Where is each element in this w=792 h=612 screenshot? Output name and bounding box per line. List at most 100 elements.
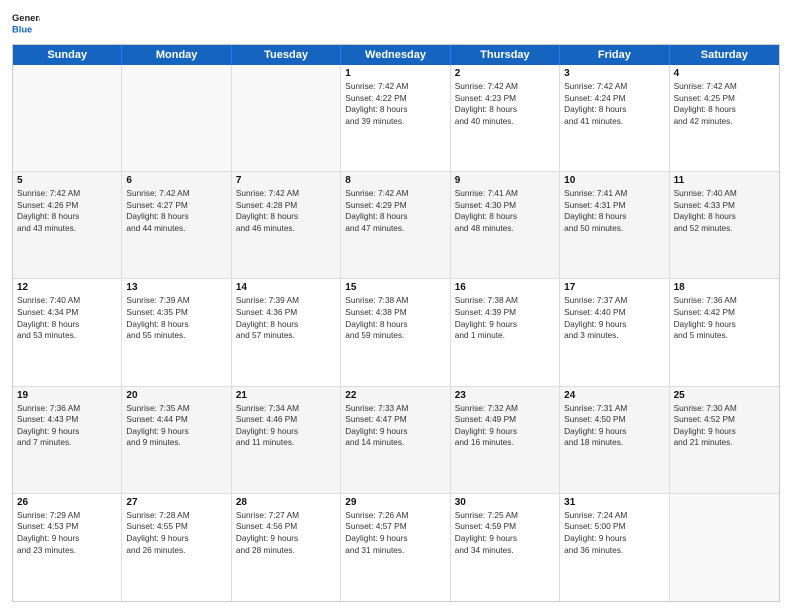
calendar-cell: 23Sunrise: 7:32 AMSunset: 4:49 PMDayligh… xyxy=(451,387,560,493)
day-number: 7 xyxy=(236,175,336,186)
calendar-cell: 17Sunrise: 7:37 AMSunset: 4:40 PMDayligh… xyxy=(560,279,669,385)
day-number: 26 xyxy=(17,497,117,508)
cell-line: Daylight: 8 hours xyxy=(17,211,117,223)
cell-line: and 7 minutes. xyxy=(17,437,117,449)
cell-line: Sunrise: 7:42 AM xyxy=(455,81,555,93)
calendar-cell: 12Sunrise: 7:40 AMSunset: 4:34 PMDayligh… xyxy=(13,279,122,385)
cell-line: Daylight: 9 hours xyxy=(455,533,555,545)
cell-line: Sunset: 4:36 PM xyxy=(236,307,336,319)
cell-line: and 1 minute. xyxy=(455,330,555,342)
calendar-cell: 2Sunrise: 7:42 AMSunset: 4:23 PMDaylight… xyxy=(451,65,560,171)
cell-line: and 46 minutes. xyxy=(236,223,336,235)
calendar-cell: 18Sunrise: 7:36 AMSunset: 4:42 PMDayligh… xyxy=(670,279,779,385)
logo: General Blue xyxy=(12,10,44,38)
day-number: 23 xyxy=(455,390,555,401)
cell-line: and 52 minutes. xyxy=(674,223,775,235)
cell-line: and 28 minutes. xyxy=(236,545,336,557)
day-number: 10 xyxy=(564,175,664,186)
cell-line: Daylight: 8 hours xyxy=(674,104,775,116)
cell-line: Sunrise: 7:24 AM xyxy=(564,510,664,522)
cell-line: Sunset: 4:44 PM xyxy=(126,414,226,426)
calendar-cell: 1Sunrise: 7:42 AMSunset: 4:22 PMDaylight… xyxy=(341,65,450,171)
cell-line: Sunrise: 7:38 AM xyxy=(345,295,445,307)
cell-line: Daylight: 9 hours xyxy=(126,533,226,545)
cell-line: Daylight: 8 hours xyxy=(345,319,445,331)
cell-line: Sunrise: 7:40 AM xyxy=(17,295,117,307)
day-number: 16 xyxy=(455,282,555,293)
day-number: 2 xyxy=(455,68,555,79)
cell-line: Sunrise: 7:25 AM xyxy=(455,510,555,522)
day-number: 20 xyxy=(126,390,226,401)
cell-line: Sunset: 4:55 PM xyxy=(126,521,226,533)
cell-line: Sunrise: 7:42 AM xyxy=(236,188,336,200)
cell-line: and 31 minutes. xyxy=(345,545,445,557)
cell-line: and 55 minutes. xyxy=(126,330,226,342)
cell-line: Sunrise: 7:42 AM xyxy=(17,188,117,200)
cell-line: Sunset: 4:43 PM xyxy=(17,414,117,426)
cell-line: Daylight: 9 hours xyxy=(236,426,336,438)
cell-line: Daylight: 8 hours xyxy=(564,104,664,116)
weekday-header: Friday xyxy=(560,45,669,65)
cell-line: Sunset: 5:00 PM xyxy=(564,521,664,533)
cell-line: Daylight: 8 hours xyxy=(345,104,445,116)
cell-line: Daylight: 9 hours xyxy=(126,426,226,438)
day-number: 31 xyxy=(564,497,664,508)
cell-line: and 48 minutes. xyxy=(455,223,555,235)
cell-line: Sunset: 4:27 PM xyxy=(126,200,226,212)
cell-line: Sunset: 4:38 PM xyxy=(345,307,445,319)
calendar-cell: 15 Sunrise: 7:38 AMSunset: 4:38 PMDayligh… xyxy=(341,279,450,385)
cell-line: and 3 minutes. xyxy=(564,330,664,342)
cell-line: Daylight: 9 hours xyxy=(455,319,555,331)
calendar-row: 26Sunrise: 7:29 AMSunset: 4:53 PMDayligh… xyxy=(13,494,779,601)
cell-line: Sunset: 4:42 PM xyxy=(674,307,775,319)
cell-line: Daylight: 8 hours xyxy=(564,211,664,223)
cell-line: and 41 minutes. xyxy=(564,116,664,128)
cell-line: and 5 minutes. xyxy=(674,330,775,342)
cell-line: Sunset: 4:47 PM xyxy=(345,414,445,426)
cell-line: Sunrise: 7:30 AM xyxy=(674,403,775,415)
cell-line: and 21 minutes. xyxy=(674,437,775,449)
cell-line: and 44 minutes. xyxy=(126,223,226,235)
calendar-cell: 20Sunrise: 7:35 AMSunset: 4:44 PMDayligh… xyxy=(122,387,231,493)
day-number: 12 xyxy=(17,282,117,293)
cell-line: and 23 minutes. xyxy=(17,545,117,557)
cell-line: Sunrise: 7:29 AM xyxy=(17,510,117,522)
day-number: 17 xyxy=(564,282,664,293)
day-number: 11 xyxy=(674,175,775,186)
day-number: 6 xyxy=(126,175,226,186)
cell-line: Sunrise: 7:42 AM xyxy=(345,81,445,93)
cell-line: Daylight: 8 hours xyxy=(17,319,117,331)
day-number: 29 xyxy=(345,497,445,508)
cell-line: Daylight: 8 hours xyxy=(455,211,555,223)
day-number: 24 xyxy=(564,390,664,401)
cell-line: Daylight: 8 hours xyxy=(345,211,445,223)
calendar-cell: 28Sunrise: 7:27 AMSunset: 4:56 PMDayligh… xyxy=(232,494,341,601)
cell-line: Sunset: 4:30 PM xyxy=(455,200,555,212)
day-number: 9 xyxy=(455,175,555,186)
cell-line: and 11 minutes. xyxy=(236,437,336,449)
cell-line: Sunrise: 7:28 AM xyxy=(126,510,226,522)
calendar-cell: 27Sunrise: 7:28 AMSunset: 4:55 PMDayligh… xyxy=(122,494,231,601)
cell-line: Sunrise: 7:42 AM xyxy=(564,81,664,93)
calendar-row: 5Sunrise: 7:42 AMSunset: 4:26 PMDaylight… xyxy=(13,172,779,279)
cell-line: Sunset: 4:59 PM xyxy=(455,521,555,533)
cell-line: Daylight: 8 hours xyxy=(236,211,336,223)
cell-line: and 57 minutes. xyxy=(236,330,336,342)
calendar-cell: 7Sunrise: 7:42 AMSunset: 4:28 PMDaylight… xyxy=(232,172,341,278)
cell-line: Daylight: 9 hours xyxy=(17,426,117,438)
day-number: 15 xyxy=(345,282,445,293)
calendar-cell: 6Sunrise: 7:42 AMSunset: 4:27 PMDaylight… xyxy=(122,172,231,278)
calendar-cell: 14Sunrise: 7:39 AMSunset: 4:36 PMDayligh… xyxy=(232,279,341,385)
calendar-cell: 3Sunrise: 7:42 AMSunset: 4:24 PMDaylight… xyxy=(560,65,669,171)
day-number: 18 xyxy=(674,282,775,293)
day-number: 8 xyxy=(345,175,445,186)
cell-line: Sunrise: 7:32 AM xyxy=(455,403,555,415)
cell-line: Sunrise: 7:27 AM xyxy=(236,510,336,522)
weekday-header: Saturday xyxy=(670,45,779,65)
day-number: 22 xyxy=(345,390,445,401)
calendar-cell: 30Sunrise: 7:25 AMSunset: 4:59 PMDayligh… xyxy=(451,494,560,601)
cell-line: and 43 minutes. xyxy=(17,223,117,235)
cell-line: Sunrise: 7:37 AM xyxy=(564,295,664,307)
cell-line: Sunset: 4:29 PM xyxy=(345,200,445,212)
cell-line: and 16 minutes. xyxy=(455,437,555,449)
